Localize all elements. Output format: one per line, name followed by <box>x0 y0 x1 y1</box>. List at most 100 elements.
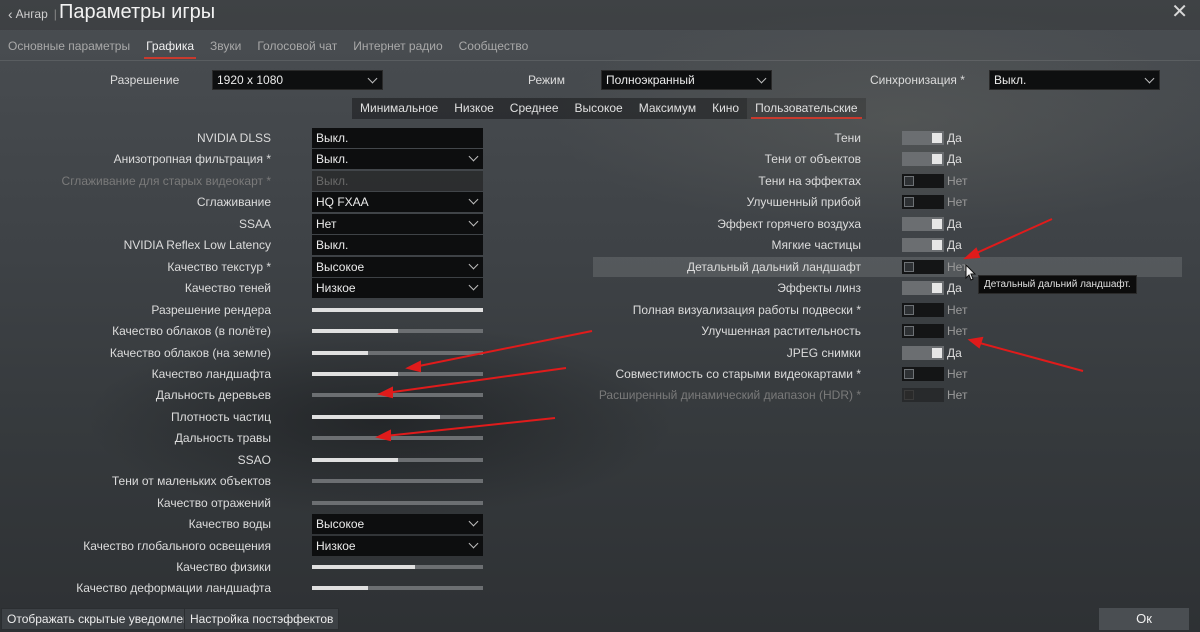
setting-toggle[interactable] <box>902 174 944 188</box>
chevron-left-icon: ‹ <box>8 6 13 22</box>
setting-label: Эффект горячего воздуха <box>717 217 861 231</box>
preset-3[interactable]: Высокое <box>567 98 631 119</box>
setting-value-text: HQ FXAA <box>316 195 369 209</box>
tab-2[interactable]: Звуки <box>202 34 249 58</box>
setting-select[interactable]: Выкл. <box>312 149 483 169</box>
setting-value-text: Выкл. <box>316 238 349 252</box>
setting-field[interactable]: Выкл. <box>312 235 483 255</box>
setting-select[interactable]: Высокое <box>312 514 483 534</box>
show-hidden-notifications-button[interactable]: Отображать скрытые уведомления <box>1 608 209 630</box>
setting-label: Качество теней <box>184 281 271 295</box>
setting-toggle[interactable] <box>902 238 944 252</box>
setting-label: Плотность частиц <box>170 410 271 424</box>
setting-row: Разрешение рендера <box>0 300 600 320</box>
setting-toggle[interactable] <box>902 152 944 166</box>
tab-1[interactable]: Графика <box>138 34 202 59</box>
toggle-row: JPEG снимки Да <box>593 343 1182 363</box>
setting-value: HQ FXAA <box>312 192 483 212</box>
toggle-knob <box>904 262 914 272</box>
setting-label: Качество облаков (на земле) <box>109 346 271 360</box>
resolution-select[interactable]: 1920 x 1080 <box>212 70 383 90</box>
setting-row: Качество воды Высокое <box>0 514 600 534</box>
close-icon[interactable]: ✕ <box>1171 2 1188 22</box>
setting-label: Качество ландшафта <box>151 367 271 381</box>
postfx-settings-button[interactable]: Настройка постэффектов <box>184 608 340 630</box>
toggle-row: Тени Да <box>593 128 1182 148</box>
setting-label: Качество физики <box>176 560 271 574</box>
chevron-down-icon <box>468 280 479 291</box>
setting-value-text: Высокое <box>316 260 365 274</box>
toggle-state-text: Нет <box>947 195 968 209</box>
setting-slider[interactable] <box>312 415 483 419</box>
tab-4[interactable]: Интернет радио <box>345 34 450 58</box>
setting-label: NVIDIA DLSS <box>196 131 271 145</box>
setting-value: Выкл. <box>312 128 483 148</box>
setting-select[interactable]: Низкое <box>312 278 483 298</box>
toggle-state-text: Да <box>947 281 962 295</box>
preset-6[interactable]: Пользовательские <box>747 98 866 119</box>
chevron-down-icon <box>367 73 378 84</box>
setting-select[interactable]: Нет <box>312 214 483 234</box>
setting-field[interactable]: Выкл. <box>312 128 483 148</box>
setting-value-text: Низкое <box>316 539 356 553</box>
toggle-knob <box>904 197 914 207</box>
sync-select[interactable]: Выкл. <box>989 70 1160 90</box>
setting-select[interactable]: HQ FXAA <box>312 192 483 212</box>
setting-slider[interactable] <box>312 393 483 397</box>
chevron-down-icon <box>1144 73 1155 84</box>
chevron-down-icon <box>468 216 479 227</box>
sync-value: Выкл. <box>994 73 1027 87</box>
setting-slider[interactable] <box>312 329 483 333</box>
back-to-hangar-button[interactable]: ‹ Ангар | <box>8 6 57 22</box>
setting-toggle[interactable] <box>902 217 944 231</box>
tab-5[interactable]: Сообщество <box>451 34 537 58</box>
toggle-state-text: Да <box>947 152 962 166</box>
toggle-row: Полная визуализация работы подвески * Нет <box>593 300 1182 320</box>
preset-0[interactable]: Минимальное <box>352 98 446 119</box>
tab-3[interactable]: Голосовой чат <box>249 34 345 58</box>
setting-slider[interactable] <box>312 436 483 440</box>
setting-slider[interactable] <box>312 308 483 312</box>
setting-slider[interactable] <box>312 586 483 590</box>
setting-toggle[interactable] <box>902 131 944 145</box>
setting-label: Качество глобального освещения <box>83 539 271 553</box>
ok-button[interactable]: Ок <box>1099 608 1189 630</box>
preset-2[interactable]: Среднее <box>502 98 567 119</box>
setting-toggle[interactable] <box>902 324 944 338</box>
setting-row: Дальность травы <box>0 428 600 448</box>
toggle-state-text: Нет <box>947 367 968 381</box>
setting-toggle[interactable] <box>902 367 944 381</box>
preset-4[interactable]: Максимум <box>631 98 704 119</box>
setting-slider[interactable] <box>312 372 483 376</box>
setting-row: Качество физики <box>0 557 600 577</box>
setting-slider[interactable] <box>312 458 483 462</box>
toggle-row: Тени на эффектах Нет <box>593 171 1182 191</box>
setting-toggle[interactable] <box>902 195 944 209</box>
preset-1[interactable]: Низкое <box>446 98 502 119</box>
setting-toggle[interactable] <box>902 346 944 360</box>
setting-toggle[interactable] <box>902 260 944 274</box>
setting-slider[interactable] <box>312 565 483 569</box>
setting-value: Высокое <box>312 257 483 277</box>
setting-select[interactable]: Низкое <box>312 536 483 556</box>
sync-label: Синхронизация * <box>870 73 965 87</box>
toggle-knob <box>932 283 942 293</box>
setting-toggle[interactable] <box>902 281 944 295</box>
setting-slider[interactable] <box>312 501 483 505</box>
setting-label: Тени от маленьких объектов <box>111 474 271 488</box>
chevron-down-icon <box>468 151 479 162</box>
toggle-knob <box>932 133 942 143</box>
setting-slider[interactable] <box>312 351 483 355</box>
setting-toggle[interactable] <box>902 303 944 317</box>
setting-row: Дальность деревьев <box>0 385 600 405</box>
slider-fill <box>312 565 415 569</box>
setting-value: Низкое <box>312 536 483 556</box>
setting-select[interactable]: Высокое <box>312 257 483 277</box>
preset-5[interactable]: Кино <box>704 98 747 119</box>
mode-select[interactable]: Полноэкранный <box>601 70 772 90</box>
setting-value-text: Выкл. <box>316 152 349 166</box>
resolution-label: Разрешение <box>110 73 180 87</box>
tab-0[interactable]: Основные параметры <box>0 34 138 58</box>
title-bar: ‹ Ангар | Параметры игры ✕ <box>0 0 1200 30</box>
setting-slider[interactable] <box>312 479 483 483</box>
